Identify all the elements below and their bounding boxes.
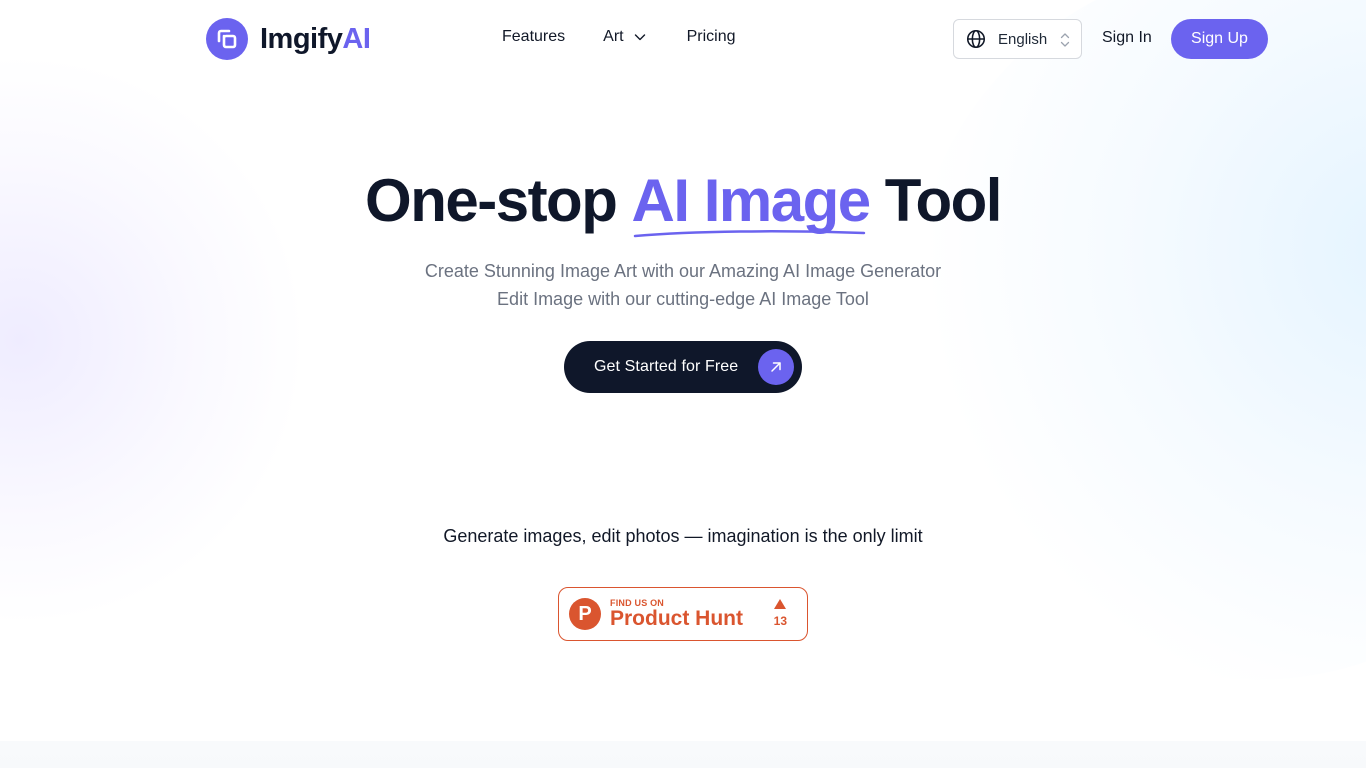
hero-tagline: Generate images, edit photos — imaginati…: [443, 526, 923, 546]
main-menu: Features Art Pricing: [502, 28, 736, 46]
get-started-label: Get Started for Free: [594, 358, 739, 375]
nav-link-art[interactable]: Art: [603, 28, 646, 46]
logo-link[interactable]: ImgifyAI: [206, 18, 371, 60]
select-updown-icon: [1060, 33, 1070, 47]
top-navigation: ImgifyAI Features Art Pricing English Si…: [0, 0, 1366, 78]
product-hunt-votes: 13: [774, 599, 787, 628]
arrow-up-right-icon: [758, 349, 794, 385]
globe-icon: [966, 29, 986, 49]
upvote-triangle-icon: [774, 599, 787, 609]
product-hunt-logo-icon: P: [569, 598, 601, 630]
hero-subtitle: Create Stunning Image Art with our Amazi…: [0, 257, 1366, 313]
nav-link-features[interactable]: Features: [502, 28, 565, 46]
nav-link-art-label: Art: [603, 28, 624, 45]
sign-in-link[interactable]: Sign In: [1102, 29, 1152, 47]
background-glow-right: [906, 0, 1366, 680]
hero-title-accent: AI Image: [632, 166, 871, 238]
language-select[interactable]: English: [953, 19, 1082, 59]
sign-up-button[interactable]: Sign Up: [1171, 19, 1268, 59]
brand-name: ImgifyAI: [260, 22, 371, 55]
product-hunt-badge[interactable]: P FIND US ON Product Hunt 13: [558, 587, 808, 641]
hero-subtitle-line-1: Create Stunning Image Art with our Amazi…: [424, 261, 942, 281]
hero-subtitle-line-2: Edit Image with our cutting-edge AI Imag…: [497, 289, 869, 309]
product-hunt-text: FIND US ON Product Hunt: [610, 598, 743, 630]
language-selected-value: English: [998, 30, 1048, 48]
next-section-edge: [0, 741, 1366, 768]
nav-link-pricing[interactable]: Pricing: [687, 28, 736, 46]
hero-title: One-stop AI Image Tool: [0, 166, 1366, 238]
product-hunt-big-label: Product Hunt: [610, 607, 743, 630]
product-hunt-vote-count: 13: [773, 614, 787, 628]
stacked-squares-icon: [206, 18, 248, 60]
chevron-down-icon: [634, 34, 645, 41]
brush-underline: [633, 230, 865, 238]
get-started-button[interactable]: Get Started for Free: [564, 341, 802, 393]
